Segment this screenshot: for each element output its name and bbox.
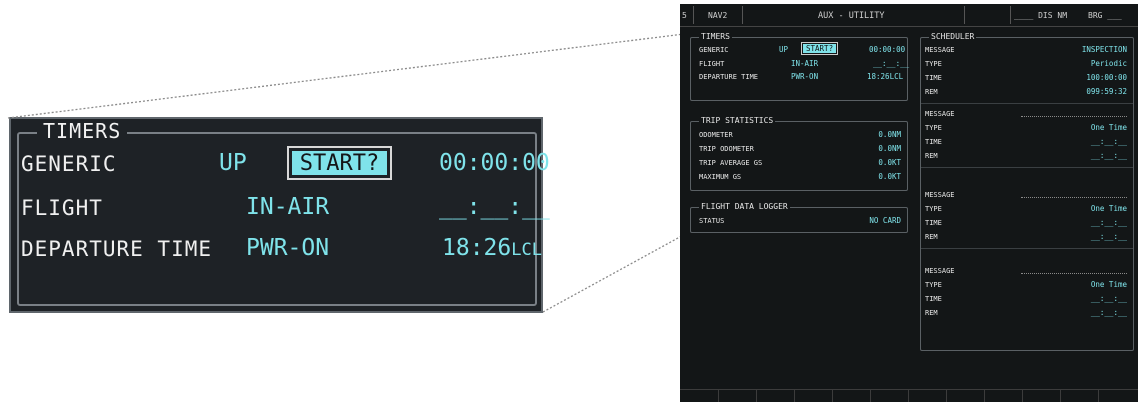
type-value[interactable]: One Time (1091, 204, 1127, 213)
message-value[interactable] (1021, 273, 1127, 274)
softkey[interactable] (1098, 390, 1099, 402)
softkey[interactable] (1060, 390, 1061, 402)
type-label: TYPE (925, 60, 942, 68)
softkey[interactable] (984, 390, 985, 402)
dis-unit: NM (1057, 11, 1068, 20)
page-number: 5 (682, 11, 687, 20)
nav-source: NAV2 (708, 11, 728, 20)
trip-statistics-title: TRIP STATISTICS (699, 116, 776, 125)
softkey[interactable] (794, 390, 795, 402)
softkey[interactable] (908, 390, 909, 402)
time-value[interactable]: __:__:__ (1091, 218, 1127, 227)
dis-label: DIS (1038, 11, 1053, 20)
generic-time: 00:00:00 (869, 45, 906, 54)
divider (964, 6, 965, 24)
message-label: MESSAGE (925, 46, 955, 54)
softkey[interactable] (946, 390, 947, 402)
brg-value: ___ (1107, 11, 1122, 20)
flight-mode[interactable]: IN-AIR (791, 59, 818, 68)
type-value[interactable]: One Time (1091, 123, 1127, 132)
message-label: MESSAGE (925, 191, 955, 199)
scheduler-title: SCHEDULER (929, 32, 977, 41)
flight-data-logger-title: FLIGHT DATA LOGGER (699, 202, 790, 211)
divider (1010, 6, 1011, 24)
softkey[interactable] (870, 390, 871, 402)
dis-field: ____ DIS NM (1014, 11, 1067, 20)
status-value: NO CARD (869, 216, 901, 225)
softkey[interactable] (718, 390, 719, 402)
rem-value: __:__:__ (1090, 151, 1127, 160)
type-value[interactable]: One Time (1091, 280, 1127, 289)
type-label: TYPE (925, 281, 942, 289)
time-value[interactable]: __:__:__ (1091, 137, 1127, 146)
message-value[interactable] (1021, 197, 1127, 198)
time-label: TIME (925, 74, 942, 82)
divider (742, 6, 743, 24)
status-label: STATUS (699, 217, 725, 225)
timers-box: TIMERS GENERIC UP START? 00:00:00 FLIGHT… (690, 32, 910, 101)
timers-box-title: TIMERS (699, 32, 732, 41)
rem-label: REM (925, 88, 938, 96)
departure-mode[interactable]: PWR-ON (791, 72, 818, 81)
rem-value: __:__:__ (1090, 232, 1127, 241)
scheduler-box: SCHEDULER MESSAGE INSPECTION TYPE Period… (920, 32, 1134, 351)
message-label: MESSAGE (925, 110, 955, 118)
flight-data-logger-box: FLIGHT DATA LOGGER STATUS NO CARD (690, 202, 908, 233)
block-divider (921, 103, 1133, 104)
page-title: AUX - UTILITY (818, 11, 885, 21)
softkey[interactable] (832, 390, 833, 402)
leader-line-top (7, 31, 701, 119)
softkey[interactable] (756, 390, 757, 402)
block-divider (921, 248, 1133, 249)
brg-label: BRG (1088, 11, 1103, 20)
generic-label: GENERIC (699, 46, 729, 54)
softkey-bar (680, 389, 1138, 402)
time-label: TIME (925, 295, 942, 303)
odometer-label: ODOMETER (699, 131, 733, 139)
rem-label: REM (925, 309, 938, 317)
message-value[interactable]: INSPECTION (1082, 45, 1127, 54)
rem-value: 099:59:32 (1086, 87, 1127, 96)
softkey[interactable] (1022, 390, 1023, 402)
rem-label: REM (925, 233, 938, 241)
generic-mode[interactable]: UP (779, 45, 788, 54)
message-value[interactable] (1021, 116, 1127, 117)
trip-average-gs-label: TRIP AVERAGE GS (699, 159, 763, 167)
type-label: TYPE (925, 205, 942, 213)
brg-field: BRG ___ (1088, 11, 1122, 20)
type-label: TYPE (925, 124, 942, 132)
top-bar: 5 NAV2 AUX - UTILITY ____ DIS NM BRG ___ (680, 4, 1138, 27)
rem-label: REM (925, 152, 938, 160)
flight-label: FLIGHT (699, 60, 725, 68)
divider (693, 6, 694, 24)
trip-statistics-box: TRIP STATISTICS ODOMETER 0.0NM TRIP ODOM… (690, 116, 908, 191)
mfd-screen: 5 NAV2 AUX - UTILITY ____ DIS NM BRG ___… (680, 4, 1138, 402)
departure-time: 18:26LCL (867, 72, 904, 81)
departure-label: DEPARTURE TIME (699, 73, 759, 81)
trip-average-gs-value: 0.0KT (878, 158, 901, 167)
dis-value: ____ (1014, 11, 1034, 20)
time-value[interactable]: 100:00:00 (1086, 73, 1127, 82)
odometer-value: 0.0NM (878, 130, 901, 139)
message-label: MESSAGE (925, 267, 955, 275)
block-divider (921, 167, 1133, 168)
time-label: TIME (925, 219, 942, 227)
type-value[interactable]: Periodic (1091, 59, 1127, 68)
start-button-label: START? (803, 44, 837, 53)
maximum-gs-value: 0.0KT (878, 172, 901, 181)
time-label: TIME (925, 138, 942, 146)
maximum-gs-label: MAXIMUM GS (699, 173, 742, 181)
rem-value: __:__:__ (1090, 308, 1127, 317)
trip-odometer-label: TRIP ODOMETER (699, 145, 754, 153)
flight-time: __:__:__ (873, 59, 910, 68)
time-value[interactable]: __:__:__ (1091, 294, 1127, 303)
trip-odometer-value: 0.0NM (878, 144, 901, 153)
start-button[interactable]: START? (801, 42, 839, 55)
